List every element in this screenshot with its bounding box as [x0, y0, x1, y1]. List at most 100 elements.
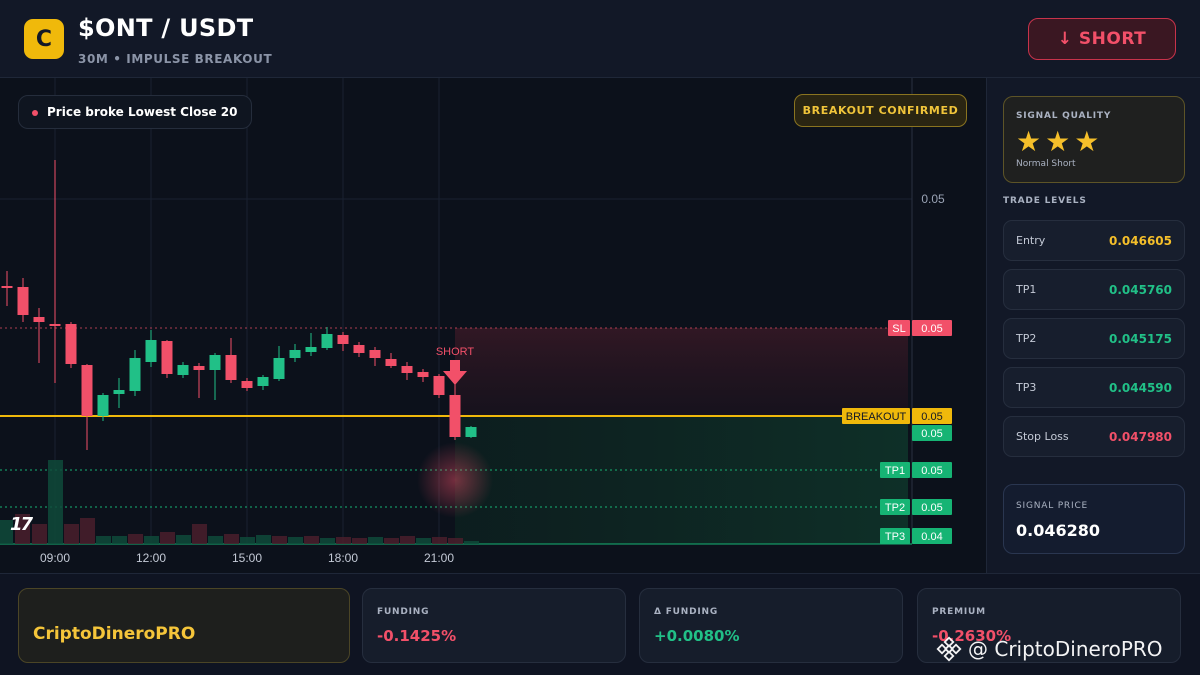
price-chart[interactable]: SHORT 0.05 09:00 12:00 15:00 18:00 21:00 SL 0.05… [0, 78, 986, 573]
level-tag-value-3: 0.05 [921, 465, 942, 477]
volume-bar-27 [432, 537, 447, 544]
volume-bar-19 [304, 536, 319, 544]
trade-level-value: 0.045175 [1108, 332, 1172, 346]
level-tag-name-3: TP1 [885, 465, 905, 477]
breakout-confirmed-badge: BREAKOUT CONFIRMED [794, 94, 967, 127]
volume-bar-23 [368, 537, 383, 544]
volume-bar-28 [448, 538, 463, 544]
funding-label: FUNDING [377, 607, 430, 617]
volume-bar-16 [256, 535, 271, 544]
reward-zone [455, 416, 908, 544]
trade-level-1: TP1 0.045760 [1003, 269, 1185, 310]
level-tag-name-1: BREAKOUT [846, 411, 907, 423]
level-tag-name-4: TP2 [885, 502, 905, 514]
candle-body-27 [433, 376, 445, 395]
volume-bar-29 [464, 541, 479, 544]
level-tag-value-1: 0.05 [921, 411, 942, 423]
candle-body-29 [465, 427, 477, 437]
signal-sidebar: SIGNAL QUALITY ★★★ Normal Short TRADE LE… [986, 78, 1200, 573]
candle-body-23 [369, 350, 381, 358]
volume-bar-24 [384, 538, 399, 544]
candle-body-14 [225, 355, 237, 380]
time-label-4: 21:00 [424, 551, 454, 565]
delta-funding-label: Δ FUNDING [654, 607, 719, 617]
signal-reason-text: Price broke Lowest Close 20 [47, 105, 238, 119]
risk-zone [455, 328, 908, 416]
tradingview-logo: 17 [10, 514, 33, 535]
trade-level-value: 0.046605 [1108, 234, 1172, 248]
delta-funding-card: Δ FUNDING +0.0080% [639, 588, 903, 663]
trade-level-label: Stop Loss [1016, 430, 1069, 443]
signal-price-label: SIGNAL PRICE [1016, 501, 1089, 511]
candle-body-20 [321, 334, 333, 348]
candle-body-2 [33, 317, 45, 322]
volume-bar-12 [192, 524, 207, 544]
candlestick-chart: SHORT 0.05 09:00 12:00 15:00 18:00 21:00 SL 0.05… [0, 78, 952, 565]
signal-quality-card: SIGNAL QUALITY ★★★ Normal Short [1003, 96, 1185, 183]
volume-bar-6 [96, 536, 111, 544]
trade-level-value: 0.047980 [1108, 430, 1172, 444]
candle-body-3 [49, 324, 61, 326]
signal-reason-pill: Price broke Lowest Close 20 [18, 95, 253, 129]
candle-body-18 [289, 350, 301, 358]
volume-bar-18 [288, 537, 303, 544]
candle-body-4 [65, 324, 77, 364]
signal-quality-label: SIGNAL QUALITY [1016, 111, 1112, 121]
trade-level-label: Entry [1016, 234, 1046, 247]
candle-body-10 [161, 341, 173, 374]
time-label-0: 09:00 [40, 551, 70, 565]
candle-body-16 [257, 377, 269, 386]
candle-body-21 [337, 335, 349, 344]
candle-body-7 [113, 390, 125, 394]
price-axis-label: 0.05 [921, 192, 945, 206]
delta-funding-value: +0.0080% [654, 627, 740, 645]
trade-level-label: TP3 [1016, 381, 1037, 394]
time-label-2: 15:00 [232, 551, 262, 565]
candle-body-13 [209, 355, 221, 370]
volume-bar-20 [320, 538, 335, 544]
volume-bar-2 [32, 524, 47, 544]
trade-level-2: TP2 0.045175 [1003, 318, 1185, 359]
volume-bar-10 [160, 532, 175, 544]
volume-bar-5 [80, 518, 95, 544]
brand-card: CriptoDineroPRO [18, 588, 350, 663]
volume-bar-8 [128, 534, 143, 544]
trade-level-label: TP1 [1016, 283, 1037, 296]
volume-bar-21 [336, 537, 351, 544]
watermark: @ CriptoDineroPRO [936, 636, 1163, 662]
candle-body-17 [273, 358, 285, 379]
trade-levels-title: TRADE LEVELS [1003, 196, 1087, 206]
timeframe-subtitle: 30M • IMPULSE BREAKOUT [78, 52, 273, 66]
level-tag-value-2: 0.05 [921, 428, 942, 440]
volume-bar-22 [352, 538, 367, 544]
candle-body-28 [449, 395, 461, 437]
signal-price-value: 0.046280 [1016, 521, 1101, 540]
candle-body-12 [193, 366, 205, 370]
brand-name: CriptoDineroPRO [33, 624, 196, 644]
volume-bar-4 [64, 524, 79, 544]
pair-title: $ONT / USDT [78, 14, 254, 42]
red-dot-icon [32, 110, 38, 116]
volume-bar-11 [176, 535, 191, 544]
volume-bar-9 [144, 536, 159, 544]
level-tag-name-5: TP3 [885, 531, 905, 543]
time-label-3: 18:00 [328, 551, 358, 565]
trade-level-value: 0.044590 [1108, 381, 1172, 395]
short-button[interactable]: ↓ SHORT [1028, 18, 1176, 60]
short-marker-label: SHORT [436, 346, 475, 358]
candle-body-15 [241, 381, 253, 388]
candle-body-22 [353, 345, 365, 353]
candle-body-9 [145, 340, 157, 362]
trade-level-4: Stop Loss 0.047980 [1003, 416, 1185, 457]
premium-label: PREMIUM [932, 607, 986, 617]
short-arrow-stem [450, 360, 460, 372]
trade-level-0: Entry 0.046605 [1003, 220, 1185, 261]
volume-bar-26 [416, 538, 431, 544]
brand-logo: C [24, 19, 64, 59]
header: C $ONT / USDT 30M • IMPULSE BREAKOUT ↓ S… [0, 0, 1200, 78]
level-tag-value-0: 0.05 [921, 323, 942, 335]
volume-bar-15 [240, 537, 255, 544]
candle-body-26 [417, 372, 429, 377]
volume-bar-14 [224, 534, 239, 544]
candle-body-5 [81, 365, 93, 416]
